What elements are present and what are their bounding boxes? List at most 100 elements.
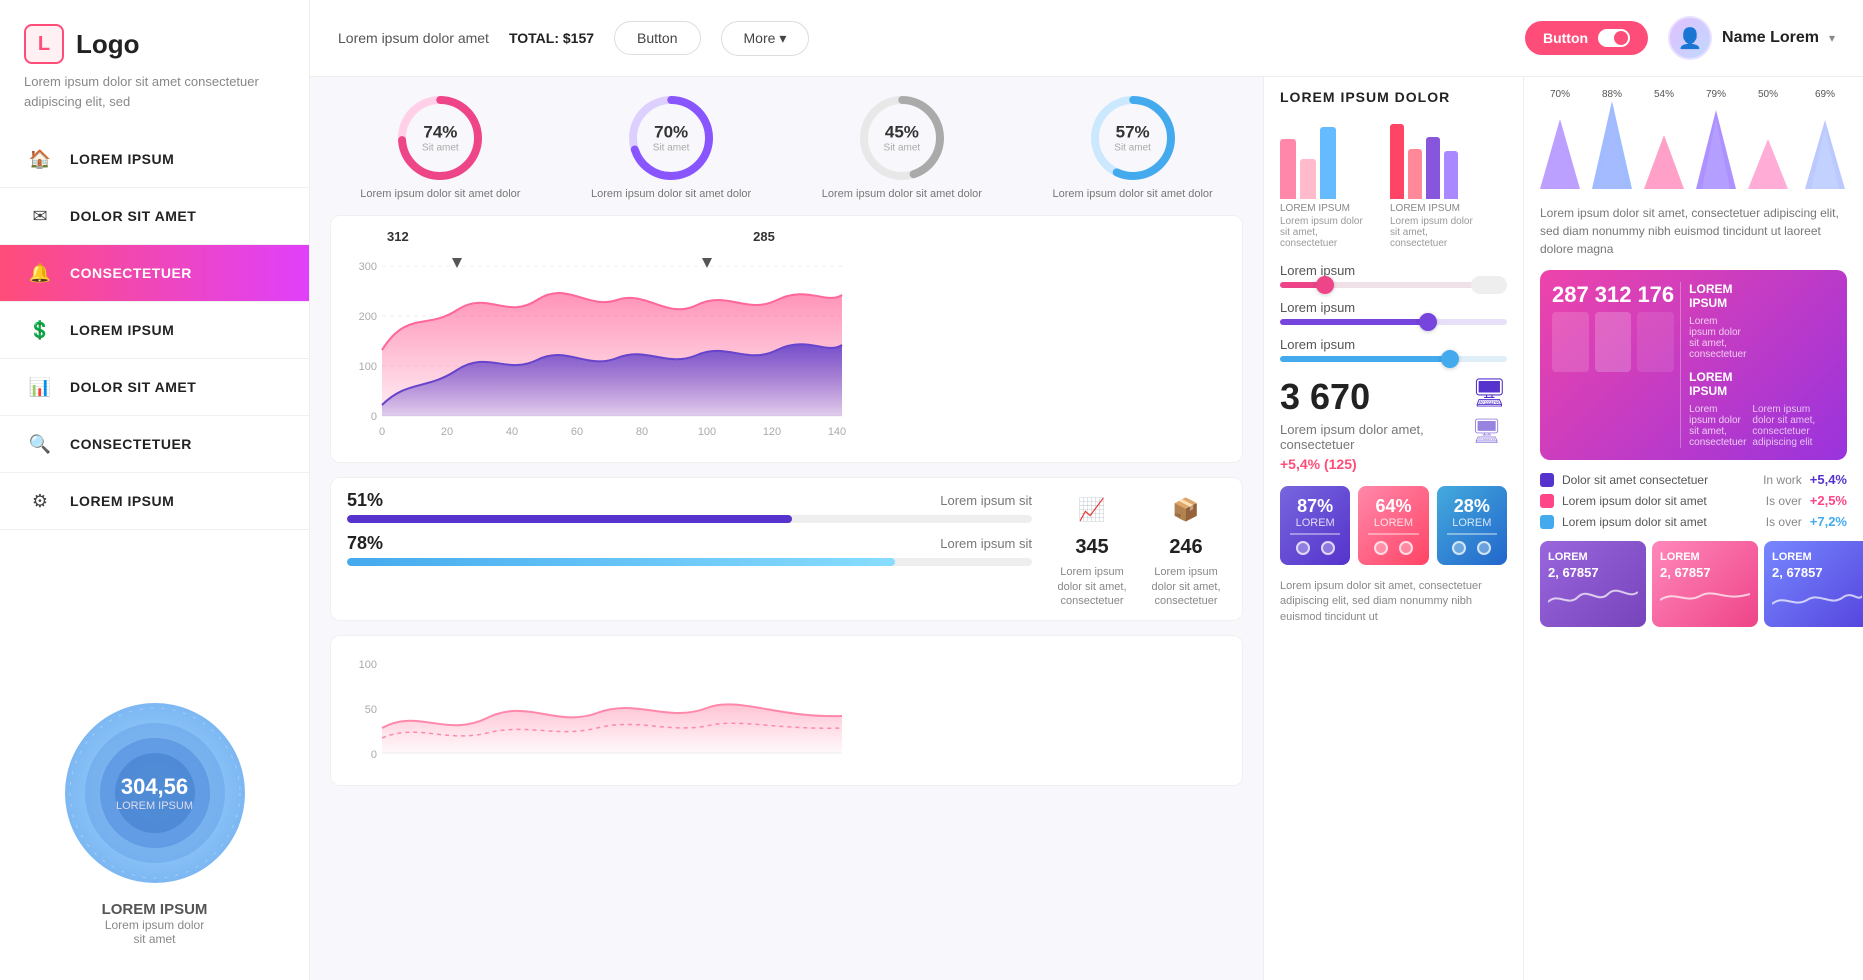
user-area[interactable]: 👤 Name Lorem ▾ bbox=[1668, 16, 1835, 60]
slider-thumb-3[interactable] bbox=[1441, 350, 1459, 368]
progress-fill-1 bbox=[347, 515, 792, 523]
peak1-label: 312 bbox=[387, 229, 409, 244]
gauge-circle-1: 70% Sit amet bbox=[626, 93, 716, 183]
pct-number-1: 87% bbox=[1290, 496, 1340, 517]
chart-icon: 📊 bbox=[28, 375, 52, 399]
dollar-icon: 💲 bbox=[28, 318, 52, 342]
donut-value: 304,56 bbox=[116, 774, 193, 800]
stat-desc-1: Lorem ipsum dolor sit amet, consectetuer bbox=[1052, 565, 1132, 608]
right-panel: LOREM IPSUM DOLOR LOREM IPSUM Lorem ipsu… bbox=[1263, 77, 1523, 980]
big-stat-row: 3 670 Lorem ipsum dolor amet, consectetu… bbox=[1280, 376, 1507, 472]
svg-text:300: 300 bbox=[359, 261, 377, 273]
nav-item-dollar[interactable]: 💲 LOREM IPSUM bbox=[0, 302, 309, 359]
slider-1: Lorem ipsum bbox=[1280, 263, 1507, 288]
stat-cards-right: LOREM IPSUM Lorem ipsum dolor sit amet, … bbox=[1680, 282, 1746, 448]
pct-line-3 bbox=[1447, 533, 1497, 535]
nav-item-gear[interactable]: ⚙ LOREM IPSUM bbox=[0, 473, 309, 530]
topbar-more[interactable]: More ▾ bbox=[721, 21, 810, 56]
svg-text:79%: 79% bbox=[1706, 89, 1726, 100]
bar-group-2-bars bbox=[1390, 119, 1480, 199]
toggle-button[interactable]: Button bbox=[1525, 21, 1648, 55]
pct-number-2: 64% bbox=[1368, 496, 1418, 517]
slider-thumb-2[interactable] bbox=[1419, 313, 1437, 331]
nav-item-bell[interactable]: 🔔 CONSECTETUER bbox=[0, 245, 309, 302]
search-icon: 🔍 bbox=[28, 432, 52, 456]
slider-3: Lorem ipsum bbox=[1280, 337, 1507, 362]
svg-text:60: 60 bbox=[571, 426, 583, 438]
gauge-circle-3: 57% Sit amet bbox=[1088, 93, 1178, 183]
svg-text:100: 100 bbox=[359, 659, 377, 671]
gauge-center-1: 70% Sit amet bbox=[653, 123, 690, 154]
legend-item-3: Lorem ipsum dolor sit amet Is over +7,2% bbox=[1540, 514, 1847, 529]
topbar-button[interactable]: Button bbox=[614, 21, 700, 55]
progress-col: 51% Lorem ipsum sit 78% Lorem ipsum sit bbox=[347, 490, 1032, 608]
mini-card-title-1: LOREM bbox=[1548, 551, 1638, 563]
slider-fill-3 bbox=[1280, 356, 1450, 362]
mini-card-pink: LOREM 2, 67857 bbox=[1652, 541, 1758, 627]
small-chart-svg: 100 50 0 bbox=[347, 648, 847, 768]
gauge-center-3: 57% Sit amet bbox=[1114, 123, 1151, 154]
nav-item-search[interactable]: 🔍 CONSECTETUER bbox=[0, 416, 309, 473]
bottom-text: Lorem ipsum dolor sit amet, consectetuer… bbox=[1280, 579, 1507, 625]
slider-thumb-1[interactable] bbox=[1316, 276, 1334, 294]
nav-item-home[interactable]: 🏠 LOREM IPSUM bbox=[0, 131, 309, 188]
stat-card-176: 176 bbox=[1637, 282, 1674, 448]
progress-item-2: 78% Lorem ipsum sit bbox=[347, 533, 1032, 566]
triangle-desc: Lorem ipsum dolor sit amet, consectetuer… bbox=[1540, 204, 1847, 258]
gauge-item-2: 45% Sit amet Lorem ipsum dolor sit amet … bbox=[792, 93, 1013, 201]
legend-status-1: In work bbox=[1763, 473, 1802, 487]
slider-label-3: Lorem ipsum bbox=[1280, 337, 1507, 352]
legend-status-3: Is over bbox=[1766, 515, 1802, 529]
logo-desc: Lorem ipsum dolor sit amet consectetuer … bbox=[24, 72, 285, 111]
gauge-item-1: 70% Sit amet Lorem ipsum dolor sit amet … bbox=[561, 93, 782, 201]
svg-text:0: 0 bbox=[379, 426, 385, 438]
bar-label-2: LOREM IPSUM bbox=[1390, 203, 1480, 214]
bar bbox=[1300, 159, 1316, 199]
svg-text:200: 200 bbox=[359, 311, 377, 323]
stat-card-287: 287 bbox=[1552, 282, 1589, 448]
pct-nodes-1 bbox=[1290, 541, 1340, 555]
stat-right-desc-2: Lorem ipsum dolor sit amet, consectetuer bbox=[1689, 404, 1746, 448]
bell-icon: 🔔 bbox=[28, 261, 52, 285]
node bbox=[1399, 541, 1413, 555]
stat-card-num-1: 287 bbox=[1552, 282, 1589, 308]
mini-stat-cards: LOREM 2, 67857 LOREM 2, 67857 LOREM 2, 6… bbox=[1540, 541, 1847, 627]
slider-label-1: Lorem ipsum bbox=[1280, 263, 1507, 278]
slider-label-2: Lorem ipsum bbox=[1280, 300, 1507, 315]
bar-group-2: LOREM IPSUM Lorem ipsum dolor sit amet, … bbox=[1390, 119, 1480, 249]
bar-chart-pair: LOREM IPSUM Lorem ipsum dolor sit amet, … bbox=[1280, 119, 1507, 249]
user-name: Name Lorem bbox=[1722, 29, 1819, 47]
progress-fill-2 bbox=[347, 558, 895, 566]
topbar-text: Lorem ipsum dolor amet bbox=[338, 30, 489, 46]
slider-fill-2 bbox=[1280, 319, 1428, 325]
progress-bar-1 bbox=[347, 515, 1032, 523]
pct-nodes-2 bbox=[1368, 541, 1418, 555]
gauge-center-0: 74% Sit amet bbox=[422, 123, 459, 154]
avatar: 👤 bbox=[1668, 16, 1712, 60]
stat-box-1: 📈 345 Lorem ipsum dolor sit amet, consec… bbox=[1052, 490, 1132, 608]
big-stat-change: +5,4% (125) bbox=[1280, 456, 1471, 472]
stat-card-bar-2 bbox=[1595, 312, 1632, 372]
stat-box-2: 📦 246 Lorem ipsum dolor sit amet, consec… bbox=[1146, 490, 1226, 608]
pct-boxes: 87% LOREM 64% LOREM bbox=[1280, 486, 1507, 565]
legend-text-3: Lorem ipsum dolor sit amet bbox=[1562, 515, 1758, 529]
mini-card-wave-2 bbox=[1660, 582, 1750, 612]
logo-title: Logo bbox=[76, 29, 140, 60]
triangle-chart-section: 70% 88% 54% 79% 50% bbox=[1540, 89, 1847, 258]
legend-dot-3 bbox=[1540, 515, 1554, 529]
pct-label-2: LOREM bbox=[1368, 517, 1418, 529]
node bbox=[1321, 541, 1335, 555]
stat-card-num-2: 312 bbox=[1595, 282, 1632, 308]
nav-item-mail[interactable]: ✉ DOLOR SIT AMET bbox=[0, 188, 309, 245]
bar bbox=[1426, 137, 1440, 199]
svg-text:80: 80 bbox=[636, 426, 648, 438]
pct-box-1: 87% LOREM bbox=[1280, 486, 1350, 565]
svg-text:120: 120 bbox=[763, 426, 781, 438]
slider-toggle-1[interactable] bbox=[1471, 276, 1507, 294]
toggle-switch[interactable] bbox=[1598, 29, 1630, 47]
svg-text:100: 100 bbox=[359, 361, 377, 373]
donut-circle: 304,56 LOREM IPSUM bbox=[55, 693, 255, 893]
svg-text:50: 50 bbox=[365, 704, 377, 716]
chevron-down-icon: ▾ bbox=[779, 30, 786, 47]
nav-item-chart[interactable]: 📊 DOLOR SIT AMET bbox=[0, 359, 309, 416]
